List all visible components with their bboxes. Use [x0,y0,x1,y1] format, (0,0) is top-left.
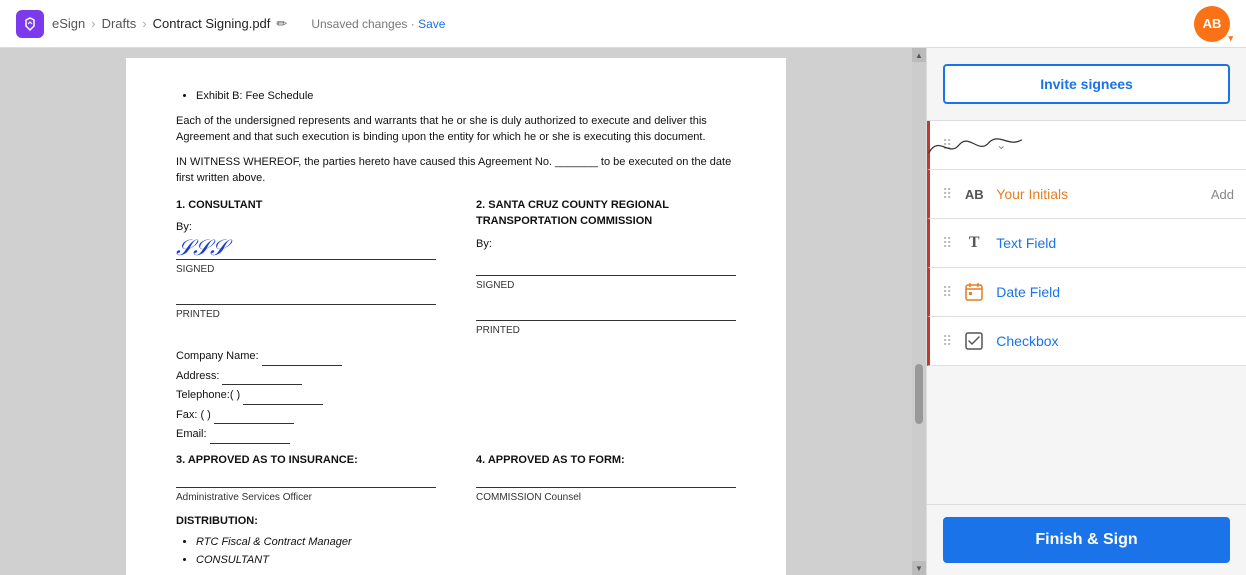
approved-form-block: 4. APPROVED AS TO FORM: COMMISSION Couns… [476,452,736,506]
fields-row: Company Name: Address: Telephone:( ) [176,348,736,444]
commission-printed-label: PRINTED [476,323,736,338]
breadcrumb: eSign › Drafts › Contract Signing.pdf ✏ [52,16,287,32]
commission-sig-line [476,256,736,276]
text-field-item[interactable]: ⠿ T Text Field [927,219,1246,268]
consultant-by: By: [176,219,436,236]
commission-signed-label: SIGNED [476,278,736,293]
initials-icon: AB [960,180,988,208]
approved-insurance-title: 3. APPROVED AS TO INSURANCE: [176,452,436,469]
text-drag-handle: ⠿ [942,235,952,252]
sep2: › [142,16,146,31]
approved-insurance-block: 3. APPROVED AS TO INSURANCE: Administrat… [176,452,436,506]
address-field: Address: [176,368,736,386]
date-field-item[interactable]: ⠿ Date Field [927,268,1246,317]
dist-item-2: CONSULTANT [196,552,736,569]
invite-signees-button[interactable]: Invite signees [943,64,1230,104]
signature-icon [960,131,988,159]
initials-drag-handle: ⠿ [942,186,952,203]
panel-fields: ⠿ ⌄ ⠿ AB Your Initials Add ⠿ T Text Fie [927,121,1246,504]
signature-chevron-icon[interactable]: ⌄ [996,138,1006,152]
company-name-field: Company Name: [176,348,736,366]
text-field-label: Text Field [996,235,1234,251]
distribution-title: DISTRIBUTION: [176,513,736,530]
approved-form-line [476,484,736,488]
telephone-field: Telephone:( ) [176,387,736,405]
consultant-sig-line: 𝒮𝒮𝒮 [176,240,436,260]
scrollbar-up-arrow[interactable]: ▲ [912,48,926,62]
admin-officer-label: Administrative Services Officer [176,490,436,505]
document-scrollbar[interactable]: ▲ ▼ [912,48,926,575]
email-field: Email: [176,426,736,444]
scrollbar-thumb[interactable] [915,364,923,424]
scrollbar-down-arrow[interactable]: ▼ [912,561,926,575]
consultant-signature: 𝒮𝒮𝒮 [176,237,227,259]
document-page: Exhibit B: Fee Schedule Each of the unde… [126,58,786,575]
dist-item-1: RTC Fiscal & Contract Manager [196,534,736,551]
distribution-section: DISTRIBUTION: RTC Fiscal & Contract Mana… [176,513,736,569]
document-area[interactable]: Exhibit B: Fee Schedule Each of the unde… [0,48,926,575]
text-icon: T [960,229,988,257]
initials-label: Your Initials [996,186,1203,202]
app-name[interactable]: eSign [52,16,85,31]
date-field-label: Date Field [996,284,1234,300]
checkbox-label: Checkbox [996,333,1234,349]
commission-title: 2. SANTA CRUZ COUNTY REGIONAL TRANSPORTA… [476,197,736,230]
checkbox-drag-handle: ⠿ [942,333,952,350]
unsaved-status: Unsaved changes · Save [311,17,445,31]
exhibit-list: Exhibit B: Fee Schedule [176,88,736,105]
consultant-printed-label: PRINTED [176,307,436,322]
consultant-signed-label: SIGNED [176,262,436,277]
initials-field-item[interactable]: ⠿ AB Your Initials Add [927,170,1246,219]
date-icon [960,278,988,306]
edit-filename-icon[interactable]: ✏ [276,16,287,32]
commission-block: 2. SANTA CRUZ COUNTY REGIONAL TRANSPORTA… [476,197,736,339]
save-link[interactable]: Save [418,17,445,31]
filename-label: Contract Signing.pdf [153,16,271,31]
avatar[interactable]: AB [1194,6,1230,42]
checkbox-field-item[interactable]: ⠿ Checkbox [927,317,1246,366]
commission-by: By: [476,236,736,253]
approved-row: 3. APPROVED AS TO INSURANCE: Administrat… [176,452,736,506]
sep1: › [91,16,95,31]
app-logo[interactable] [16,10,44,38]
approved-form-title: 4. APPROVED AS TO FORM: [476,452,736,469]
commission-counsel-label: COMMISSION Counsel [476,490,736,505]
initials-add-button[interactable]: Add [1211,187,1234,202]
drafts-link[interactable]: Drafts [102,16,137,31]
main-area: Exhibit B: Fee Schedule Each of the unde… [0,48,1246,575]
finish-btn-area: Finish & Sign [927,504,1246,575]
panel-top: Invite signees [927,48,1246,121]
exhibit-item: Exhibit B: Fee Schedule [196,88,736,105]
signature-field-item[interactable]: ⠿ ⌄ [927,121,1246,170]
commission-printed-line [476,301,736,321]
distribution-list: RTC Fiscal & Contract Manager CONSULTANT [176,534,736,569]
consultant-title: 1. CONSULTANT [176,197,436,214]
para2: IN WITNESS WHEREOF, the parties hereto h… [176,154,736,187]
right-panel: Invite signees ⠿ ⌄ ⠿ AB Your Initials Ad… [926,48,1246,575]
signatures-row: 1. CONSULTANT By: 𝒮𝒮𝒮 SIGNED PRINTED 2. … [176,197,736,339]
para1: Each of the undersigned represents and w… [176,113,736,146]
finish-sign-button[interactable]: Finish & Sign [943,517,1230,563]
consultant-block: 1. CONSULTANT By: 𝒮𝒮𝒮 SIGNED PRINTED [176,197,436,339]
consultant-printed-line [176,285,436,305]
topbar: eSign › Drafts › Contract Signing.pdf ✏ … [0,0,1246,48]
approved-insurance-line [176,484,436,488]
date-drag-handle: ⠿ [942,284,952,301]
checkbox-icon [960,327,988,355]
fax-field: Fax: ( ) [176,407,736,425]
